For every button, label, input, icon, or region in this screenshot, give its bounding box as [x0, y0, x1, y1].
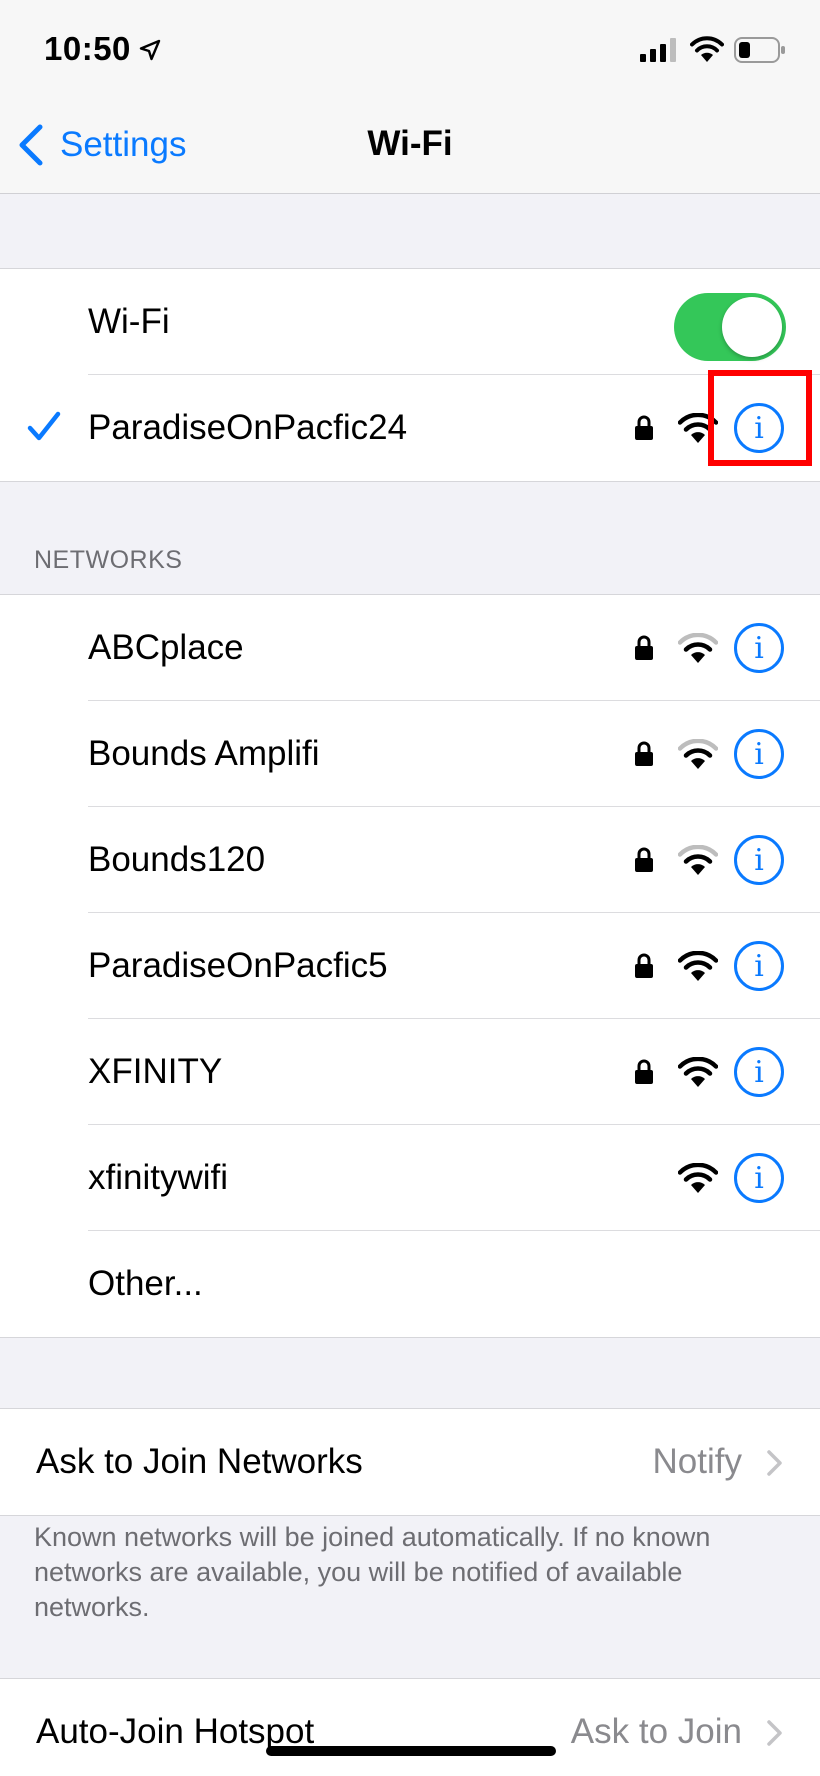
lock-icon: [635, 1059, 653, 1084]
info-icon: i: [754, 736, 764, 772]
network-name: ABCplace: [88, 628, 244, 667]
wifi-status-icon: [690, 36, 724, 62]
network-name: XFINITY: [88, 1052, 223, 1091]
toggle-knob: [722, 297, 782, 357]
auto-join-value: Ask to Join: [570, 1712, 742, 1751]
ask-to-join-label: Ask to Join Networks: [36, 1442, 363, 1481]
page-title: Wi-Fi: [367, 124, 453, 163]
chevron-right-icon: [767, 1450, 782, 1476]
highlight-annotation: [708, 370, 812, 466]
lock-icon: [635, 415, 653, 440]
info-icon: i: [754, 1160, 764, 1196]
network-row[interactable]: ABCplace i: [0, 595, 820, 701]
checkmark-icon: [27, 411, 61, 441]
ask-to-join-group: Ask to Join Networks Notify: [0, 1408, 820, 1516]
wifi-signal-icon: [678, 951, 718, 981]
network-name: Bounds Amplifi: [88, 734, 320, 773]
info-icon: i: [754, 1054, 764, 1090]
network-name: ParadiseOnPacfic5: [88, 946, 388, 985]
network-row[interactable]: Bounds Amplifi i: [0, 701, 820, 807]
wifi-signal-icon: [678, 845, 718, 875]
chevron-right-icon: [767, 1720, 782, 1746]
info-button[interactable]: i: [734, 729, 784, 779]
info-icon: i: [754, 630, 764, 666]
lock-icon: [635, 635, 653, 660]
networks-section-header: NETWORKS: [34, 546, 183, 574]
info-button[interactable]: i: [734, 835, 784, 885]
wifi-toggle-row: Wi-Fi: [0, 269, 820, 375]
info-button[interactable]: i: [734, 623, 784, 673]
home-indicator[interactable]: [266, 1746, 556, 1756]
network-row[interactable]: Bounds120 i: [0, 807, 820, 913]
wifi-signal-icon: [678, 1163, 718, 1193]
info-button[interactable]: i: [734, 1153, 784, 1203]
wifi-toggle-label: Wi-Fi: [88, 302, 170, 341]
info-button[interactable]: i: [734, 941, 784, 991]
lock-icon: [635, 953, 653, 978]
other-network-label: Other...: [88, 1264, 203, 1303]
info-button[interactable]: i: [734, 1047, 784, 1097]
networks-group: ABCplace i Bounds Amplifi i Bounds120 i Paradi…: [0, 594, 820, 1338]
cellular-signal-icon: [640, 38, 676, 62]
navigation-bar: Settings Wi-Fi: [0, 100, 820, 194]
other-network-row[interactable]: Other...: [0, 1231, 820, 1337]
status-time: 10:50: [44, 30, 131, 67]
network-name: xfinitywifi: [88, 1158, 229, 1197]
wifi-signal-icon: [678, 633, 718, 663]
auto-join-group: Auto-Join Hotspot Ask to Join: [0, 1678, 820, 1776]
wifi-signal-icon: [678, 1057, 718, 1087]
battery-icon: [734, 37, 785, 63]
ask-to-join-footer: Known networks will be joined automatica…: [34, 1522, 711, 1622]
ask-to-join-row[interactable]: Ask to Join Networks Notify: [0, 1409, 820, 1515]
network-name: Bounds120: [88, 840, 266, 879]
wifi-toggle-switch[interactable]: [674, 293, 786, 361]
info-icon: i: [754, 948, 764, 984]
network-row[interactable]: ParadiseOnPacfic5 i: [0, 913, 820, 1019]
network-row[interactable]: XFINITY i: [0, 1019, 820, 1125]
wifi-group: Wi-Fi ParadiseOnPacfic24 i: [0, 268, 820, 482]
status-bar: 10:50: [0, 0, 820, 100]
connected-network-name: ParadiseOnPacfic24: [88, 408, 408, 447]
auto-join-row[interactable]: Auto-Join Hotspot Ask to Join: [0, 1679, 820, 1776]
lock-icon: [635, 741, 653, 766]
connected-network-row[interactable]: ParadiseOnPacfic24 i: [0, 375, 820, 481]
ask-to-join-value: Notify: [652, 1442, 742, 1481]
network-row[interactable]: xfinitywifi i: [0, 1125, 820, 1231]
location-arrow-icon: [139, 39, 161, 61]
info-icon: i: [754, 842, 764, 878]
wifi-signal-icon: [678, 739, 718, 769]
lock-icon: [635, 847, 653, 872]
